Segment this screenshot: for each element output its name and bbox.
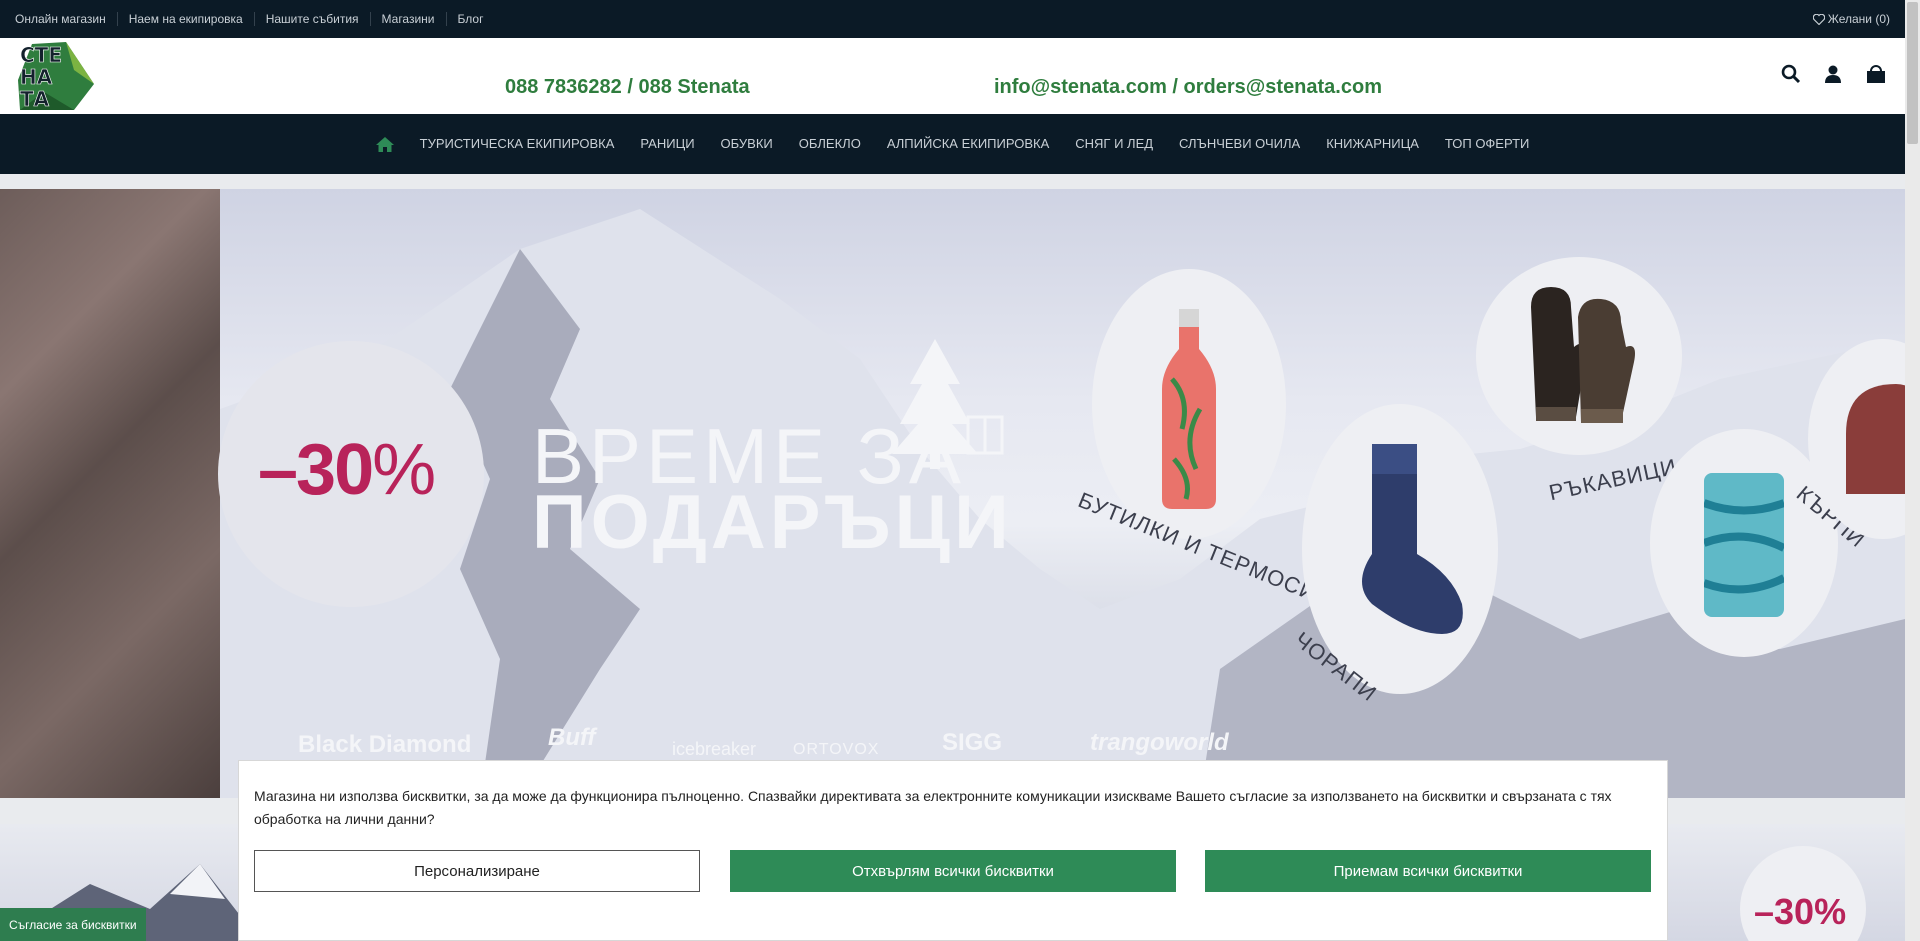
header-email[interactable]: info@stenata.com / orders@stenata.com bbox=[994, 76, 1382, 99]
nav-item-sunglasses[interactable]: СЛЪНЧЕВИ ОЧИЛА bbox=[1166, 114, 1313, 174]
nav-item-backpacks[interactable]: РАНИЦИ bbox=[627, 114, 707, 174]
brand-icebreaker: icebreaker bbox=[672, 739, 757, 759]
tree-gift-icon bbox=[892, 339, 1004, 469]
nav-home[interactable] bbox=[363, 114, 407, 174]
cart-icon[interactable] bbox=[1865, 64, 1885, 84]
brand-sigg: SIGG bbox=[942, 729, 1003, 756]
discount-label: –30% bbox=[258, 429, 436, 511]
brand-ortovox: ORTOVOX bbox=[793, 741, 880, 758]
discount-percent: % bbox=[372, 430, 436, 510]
top-link-blog[interactable]: Блог bbox=[445, 12, 495, 26]
hat-image bbox=[1846, 384, 1905, 494]
nav-item-hiking[interactable]: ТУРИСТИЧЕСКА ЕКИПИРОВКА bbox=[407, 114, 628, 174]
top-link-events[interactable]: Нашите събития bbox=[253, 12, 370, 26]
discount-label-2: –30% bbox=[1754, 891, 1847, 932]
nav-item-alpine[interactable]: АЛПИЙСКА ЕКИПИРОВКА bbox=[874, 114, 1062, 174]
brand-trangoworld: trangoworld bbox=[1090, 729, 1229, 756]
heart-icon bbox=[1812, 13, 1825, 25]
cookie-message: Магазина ни използва бисквитки, за да мо… bbox=[254, 788, 1612, 827]
cookie-customize-button[interactable]: Персонализиране bbox=[254, 850, 700, 892]
nav-item-snow-ice[interactable]: СНЯГ И ЛЕД bbox=[1062, 114, 1166, 174]
site-logo[interactable]: СТЕ НА ТА bbox=[14, 40, 100, 112]
gloves-image bbox=[1531, 287, 1635, 423]
scrollbar-thumb[interactable] bbox=[1907, 2, 1918, 144]
cookie-accept-button[interactable]: Приемам всички бисквитки bbox=[1205, 850, 1651, 892]
wishlist-label: Желани (0) bbox=[1827, 12, 1890, 26]
socks-image bbox=[1362, 444, 1463, 634]
main-nav: ТУРИСТИЧЕСКА ЕКИПИРОВКА РАНИЦИ ОБУВКИ ОБ… bbox=[0, 114, 1905, 174]
separator-strip bbox=[0, 174, 1905, 189]
discount-value: –30 bbox=[258, 430, 374, 510]
brand-buff: Buff bbox=[548, 724, 596, 751]
user-icon[interactable] bbox=[1823, 64, 1843, 84]
header-icons bbox=[1781, 64, 1885, 84]
top-links: Онлайн магазин Наем на екипировка Нашите… bbox=[15, 0, 494, 38]
brand-black-diamond: Black Diamond bbox=[298, 731, 472, 758]
header-phone[interactable]: 088 7836282 / 088 Stenata bbox=[505, 76, 750, 99]
promo-banner[interactable]: –30% ВРЕМЕ ЗА ПОДАРЪЦИ БУТИЛКИ И ТЕРМОСИ… bbox=[0, 189, 1905, 798]
ornament-gloves[interactable] bbox=[1476, 257, 1682, 455]
home-icon bbox=[375, 137, 394, 153]
wishlist-link[interactable]: Желани (0) bbox=[1812, 12, 1890, 26]
cookie-reject-button[interactable]: Отхвърлям всички бисквитки bbox=[730, 850, 1176, 892]
top-link-online-shop[interactable]: Онлайн магазин bbox=[15, 12, 117, 26]
cookie-consent-tab[interactable]: Съгласие за бисквитки bbox=[0, 908, 146, 941]
nav-item-bookstore[interactable]: КНИЖАРНИЦА bbox=[1313, 114, 1432, 174]
nav-item-shoes[interactable]: ОБУВКИ bbox=[708, 114, 786, 174]
svg-text:НА: НА bbox=[20, 65, 53, 89]
svg-text:ТА: ТА bbox=[20, 87, 50, 111]
nav-item-top-offers[interactable]: ТОП ОФЕРТИ bbox=[1432, 114, 1542, 174]
top-link-rental[interactable]: Наем на екипировка bbox=[116, 12, 254, 26]
search-icon[interactable] bbox=[1781, 64, 1801, 84]
nav-item-clothing[interactable]: ОБЛЕКЛО bbox=[786, 114, 874, 174]
site-header: СТЕ НА ТА 088 7836282 / 088 Stenata info… bbox=[0, 38, 1905, 114]
top-bar: Онлайн магазин Наем на екипировка Нашите… bbox=[0, 0, 1905, 38]
ornament-bottle[interactable] bbox=[1092, 269, 1286, 539]
svg-text:СТЕ: СТЕ bbox=[20, 43, 62, 67]
top-link-stores[interactable]: Магазини bbox=[369, 12, 446, 26]
page-scrollbar[interactable] bbox=[1905, 0, 1920, 941]
buff-image bbox=[1704, 473, 1784, 617]
bottle-image bbox=[1162, 309, 1216, 509]
cookie-dialog: Магазина ни използва бисквитки, за да мо… bbox=[238, 760, 1668, 941]
banner-title-line2: ПОДАРЪЦИ bbox=[532, 480, 1013, 565]
